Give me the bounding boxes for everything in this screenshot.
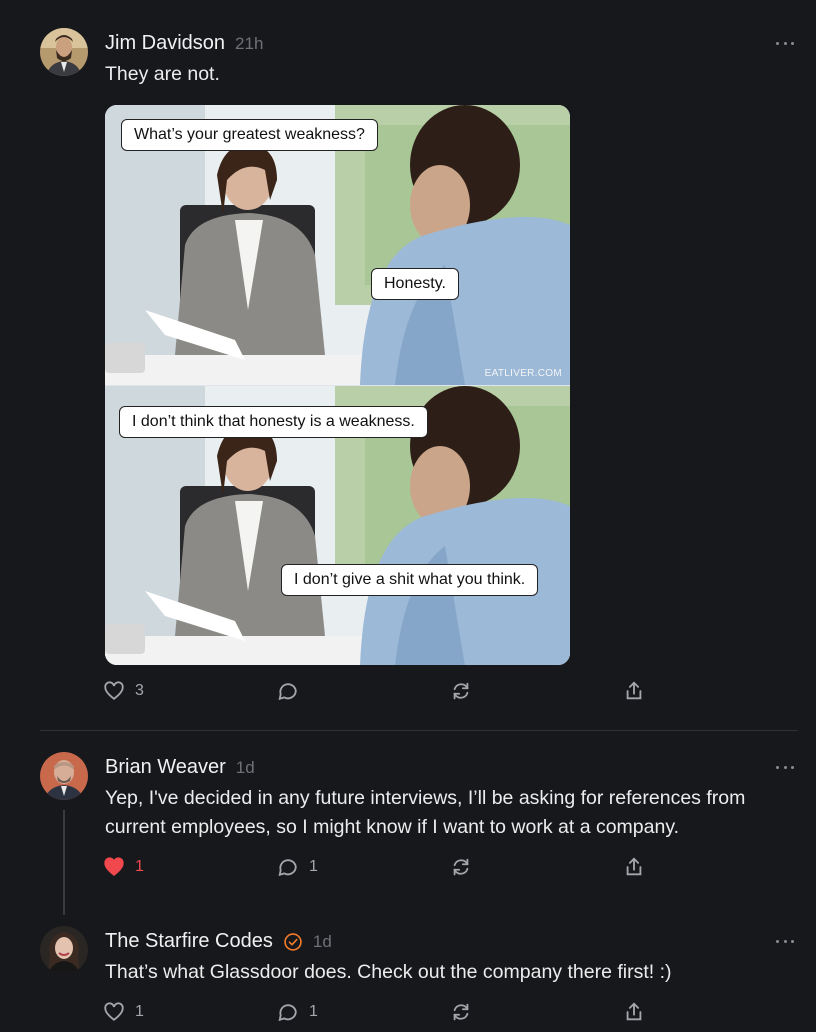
like-count: 1	[135, 1003, 144, 1020]
reply-count: 1	[309, 1003, 318, 1020]
author-name[interactable]: The Starfire Codes	[105, 930, 273, 953]
repost-icon	[453, 1003, 469, 1021]
speech-bubble: I don’t give a shit what you think.	[281, 564, 539, 596]
more-icon	[776, 41, 779, 45]
heart-icon	[104, 681, 124, 700]
author-name[interactable]: Jim Davidson	[105, 32, 225, 55]
share-icon	[626, 857, 642, 876]
more-options-button[interactable]	[776, 936, 794, 946]
post-time: 21h	[235, 34, 264, 53]
repost-button[interactable]	[450, 856, 472, 878]
post-text: That’s what Glassdoor does. Check out th…	[105, 961, 672, 983]
heart-icon	[104, 857, 124, 876]
speech-bubble: Honesty.	[371, 268, 459, 300]
reply-button[interactable]: 1	[277, 1001, 318, 1023]
divider	[40, 730, 798, 731]
meme-panel-top: What’s your greatest weakness? Honesty. …	[105, 105, 570, 385]
share-icon	[626, 1002, 642, 1021]
like-count: 3	[135, 682, 144, 699]
author-name[interactable]: Brian Weaver	[105, 756, 226, 779]
speech-bubble: I don’t think that honesty is a weakness…	[119, 406, 428, 438]
repost-button[interactable]	[450, 680, 472, 702]
like-count: 1	[135, 858, 144, 875]
reply-button[interactable]	[277, 680, 309, 702]
verified-icon	[284, 932, 302, 951]
more-icon	[776, 939, 779, 943]
thread-line	[63, 810, 65, 915]
comment-icon	[278, 683, 297, 701]
more-options-button[interactable]	[776, 38, 794, 48]
comment-icon	[278, 859, 297, 877]
repost-icon	[453, 682, 469, 700]
share-button[interactable]	[623, 680, 645, 702]
meme-image[interactable]: What’s your greatest weakness? Honesty. …	[105, 105, 570, 665]
post-actions: 1 1	[103, 856, 663, 880]
avatar[interactable]	[40, 28, 88, 76]
post-jim-davidson: Jim Davidson 21h They are not. What’s yo…	[0, 0, 816, 731]
heart-icon	[104, 1002, 124, 1021]
post-text: Yep, I've decided in any future intervie…	[105, 787, 746, 838]
post-header: Jim Davidson 21h	[105, 32, 263, 55]
share-button[interactable]	[623, 1001, 645, 1023]
post-header: Brian Weaver 1d	[105, 756, 255, 779]
post-header: The Starfire Codes 1d	[105, 930, 332, 953]
more-icon	[776, 765, 779, 769]
post-time: 1d	[312, 932, 332, 951]
post-time: 1d	[235, 758, 255, 777]
meme-panel-bottom: I don’t think that honesty is a weakness…	[105, 386, 570, 665]
reply-button[interactable]: 1	[277, 856, 318, 878]
like-button[interactable]: 1	[103, 1001, 144, 1023]
post-actions: 1 1	[103, 1001, 663, 1025]
watermark: EATLIVER.COM	[484, 368, 562, 379]
avatar[interactable]	[40, 926, 88, 974]
repost-icon	[453, 858, 469, 876]
post-text: They are not.	[105, 63, 220, 85]
speech-bubble: What’s your greatest weakness?	[121, 119, 378, 151]
like-button[interactable]: 1	[103, 856, 144, 878]
share-icon	[626, 681, 642, 700]
repost-button[interactable]	[450, 1001, 472, 1023]
share-button[interactable]	[623, 856, 645, 878]
more-options-button[interactable]	[776, 762, 794, 772]
post-actions: 3	[103, 680, 663, 704]
comment-icon	[278, 1004, 297, 1022]
avatar[interactable]	[40, 752, 88, 800]
reply-count: 1	[309, 858, 318, 875]
like-button[interactable]: 3	[103, 680, 144, 702]
